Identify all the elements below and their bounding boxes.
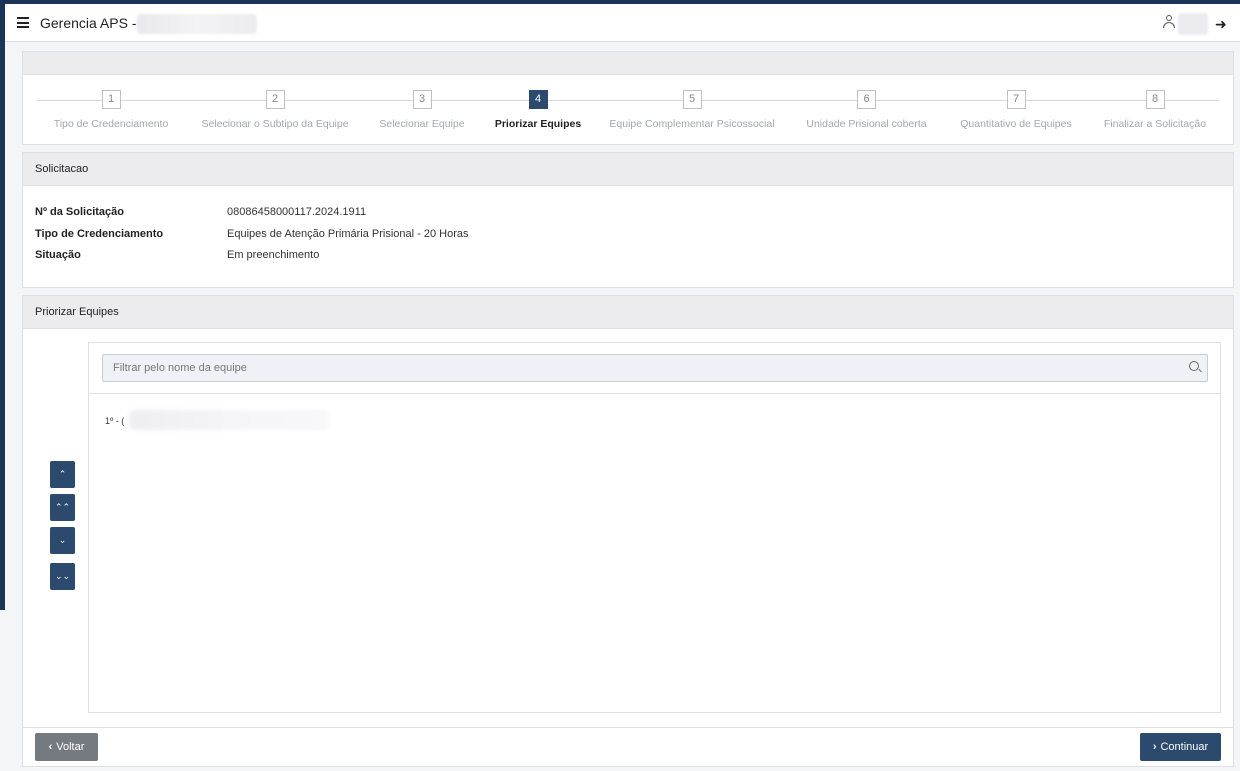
stepper-card: 1 Tipo de Credenciamento 2 Selecionar o …	[22, 51, 1234, 145]
step-label: Tipo de Credenciamento	[53, 118, 169, 130]
hamburger-menu-icon[interactable]	[17, 17, 29, 28]
step-number: 7	[1006, 90, 1026, 109]
chevron-left-icon: ‹	[48, 741, 53, 753]
step-4[interactable]: 4 Priorizar Equipes	[493, 90, 583, 130]
field-value: Equipes de Atenção Primária Prisional - …	[227, 228, 469, 240]
search-input[interactable]	[102, 354, 1208, 382]
app-title: Gerencia APS -	[40, 15, 137, 31]
move-top-button[interactable]: ⌃⌃	[50, 494, 75, 521]
step-number: 1	[101, 90, 121, 109]
search-icon[interactable]	[1189, 361, 1199, 371]
step-number: 6	[857, 90, 876, 109]
step-8[interactable]: 8 Finalizar a Solicitação	[1102, 90, 1208, 130]
left-accent-bar	[0, 4, 5, 610]
field-value: Em preenchimento	[227, 249, 320, 261]
move-down-button[interactable]: ⌄	[50, 527, 75, 554]
app-header: Gerencia APS - ➜	[5, 4, 1240, 42]
step-label: Equipe Complementar Psicossocial	[609, 118, 775, 130]
step-number: 8	[1145, 90, 1165, 109]
step-7[interactable]: 7 Quantitativo de Equipes	[956, 90, 1076, 130]
priority-list-panel: 1º - (	[88, 342, 1221, 713]
list-item[interactable]: 1º - (	[105, 416, 124, 426]
continue-button[interactable]: › Continuar	[1140, 733, 1221, 761]
step-number: 4	[528, 90, 548, 109]
solicitacao-title: Solicitacao	[23, 153, 1233, 186]
field-label: Nº da Solicitação	[35, 206, 124, 218]
step-label: Quantitativo de Equipes	[960, 118, 1072, 130]
step-label: Selecionar Equipe	[379, 118, 465, 130]
redacted-team-name	[129, 410, 329, 430]
step-label: Selecionar o Subtipo da Equipe	[201, 118, 349, 130]
step-label: Finalizar a Solicitação	[1103, 118, 1207, 130]
step-number: 3	[412, 90, 432, 109]
user-icon[interactable]	[1162, 14, 1176, 28]
priorizar-card: Priorizar Equipes ⌃ ⌃⌃ ⌄ ⌄⌄ 1º - ( ‹Volt…	[22, 295, 1234, 767]
redacted-title	[137, 14, 257, 34]
move-up-button[interactable]: ⌃	[50, 461, 75, 488]
redacted-username	[1178, 13, 1208, 35]
step-6[interactable]: 6 Unidade Prisional coberta	[803, 90, 930, 130]
move-bottom-button[interactable]: ⌄⌄	[50, 563, 75, 590]
logout-icon[interactable]: ➜	[1215, 16, 1227, 33]
field-label: Tipo de Credenciamento	[35, 228, 164, 240]
field-value: 08086458000117.2024.1911	[227, 206, 367, 218]
back-button[interactable]: ‹ Voltar	[35, 733, 98, 761]
footer-divider	[23, 727, 1233, 728]
chevron-right-icon: ›	[1152, 741, 1157, 753]
step-5[interactable]: 5 Equipe Complementar Psicossocial	[608, 90, 776, 130]
back-button-label: Voltar	[56, 741, 85, 753]
field-label: Situação	[35, 249, 81, 261]
stepper-header	[23, 52, 1233, 75]
step-number: 5	[682, 90, 702, 109]
step-2[interactable]: 2 Selecionar o Subtipo da Equipe	[199, 90, 351, 130]
priorizar-title: Priorizar Equipes	[23, 296, 1233, 329]
step-label: Unidade Prisional coberta	[806, 118, 927, 130]
solicitacao-card: Solicitacao Nº da Solicitação 0808645800…	[22, 152, 1234, 288]
search-bar-area	[89, 343, 1220, 394]
step-1[interactable]: 1 Tipo de Credenciamento	[52, 90, 170, 130]
step-3[interactable]: 3 Selecionar Equipe	[376, 90, 468, 130]
step-label: Priorizar Equipes	[494, 118, 582, 130]
continue-button-label: Continuar	[1160, 741, 1209, 753]
step-number: 2	[265, 90, 285, 109]
